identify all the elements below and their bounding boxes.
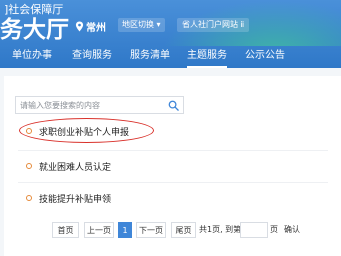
search-icon[interactable]	[168, 100, 179, 111]
list-item[interactable]: 技能提升补贴申领	[26, 191, 111, 205]
divider	[18, 182, 328, 183]
portal-link[interactable]: 省人社门户网站 ⅱ	[177, 18, 250, 32]
region-switch-button[interactable]: 地区切换 ▾	[118, 18, 165, 32]
bullet-icon	[26, 163, 32, 169]
city-indicator: 常州	[75, 19, 106, 34]
page-unit-label: 页	[270, 225, 278, 234]
page-summary: 共1页, 到第	[199, 225, 242, 234]
next-page-button[interactable]: 下一页	[136, 222, 166, 238]
nav-item-theme[interactable]: 主题服务	[187, 46, 227, 68]
nav-item-service-list[interactable]: 服务清单	[130, 46, 170, 68]
logo-title: 务大厅	[0, 17, 69, 43]
list-item-label: 技能提升补贴申领	[39, 194, 112, 205]
page-number-input[interactable]	[240, 222, 268, 238]
search-box	[15, 96, 184, 114]
nav-item-unit[interactable]: 单位办事	[12, 46, 52, 68]
divider	[18, 150, 328, 151]
search-input[interactable]	[20, 97, 160, 113]
page-1-button[interactable]: 1	[118, 222, 132, 238]
list-item[interactable]: 就业困难人员认定	[26, 159, 111, 173]
bullet-icon	[26, 195, 32, 201]
header-banner: ]社会保障厅 务大厅 常州 地区切换 ▾ 省人社门户网站 ⅱ 单位办事 查询服务…	[0, 0, 341, 68]
nav-item-query[interactable]: 查询服务	[72, 46, 112, 68]
nav-item-notice[interactable]: 公示公告	[245, 46, 285, 68]
confirm-button[interactable]: 确认	[284, 222, 300, 238]
last-page-button[interactable]: 尾页	[171, 222, 196, 238]
location-pin-icon	[75, 21, 84, 31]
city-name: 常州	[86, 22, 106, 34]
main-nav: 单位办事 查询服务 服务清单 主题服务 公示公告	[0, 46, 341, 68]
prev-page-button[interactable]: 上一页	[84, 222, 114, 238]
highlight-annotation	[19, 118, 154, 143]
pagination: 首页 上一页 1 下一页 尾页 共1页, 到第 页 确认	[0, 222, 341, 238]
list-item-label: 就业困难人员认定	[39, 162, 112, 173]
first-page-button[interactable]: 首页	[52, 222, 79, 238]
